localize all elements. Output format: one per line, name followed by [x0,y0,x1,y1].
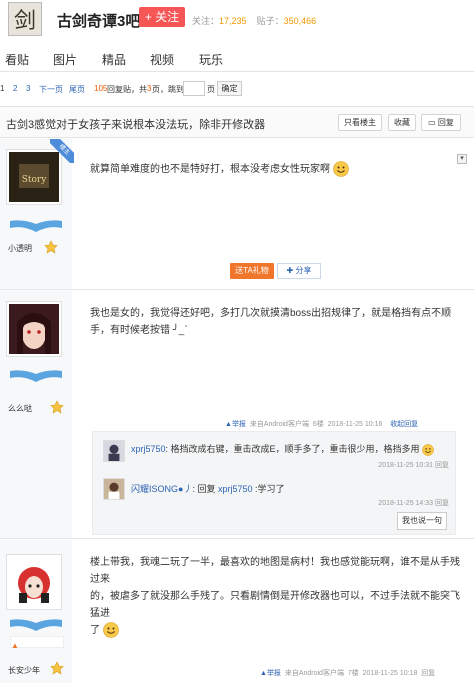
post-text-line-last: 了 [90,622,460,639]
reply-link[interactable]: 回复 [435,500,449,507]
avatar[interactable] [6,301,62,357]
reply-count-suffix: 回复贴，共 [107,85,147,94]
post-content: 就算简单难度的也不是特好打，根本没考虑女性玩家啊 [90,161,349,178]
level-ribbon-icon [10,619,62,631]
page-3[interactable]: 3 [26,84,30,93]
post-floor-7: ▲ 长安少年 楼上带我，我魂二玩了一半，最喜欢的地图是病村！我也感觉能玩啊，谁不… [0,540,474,683]
star-badge-icon [50,400,64,414]
post-meta: ▲举报 来自Android客户端 7楼 2018-11-25 10:18 回复 [260,668,435,678]
op-corner-badge: 楼主 [50,139,74,163]
op-badge-label: 楼主 [50,139,74,163]
report-link[interactable]: ▲举报 [225,421,246,428]
username[interactable]: 么么哒 [8,403,32,414]
post-source: 来自Android客户端 [249,421,309,428]
member-badge: ▲ [10,636,64,650]
smiley-icon [102,622,119,639]
forum-header: 剑 古剑奇谭3吧 + 关注 关注：17,235 贴子：350,466 [0,0,474,40]
share-label: 分享 [295,266,312,275]
post-text-line: 楼上带我，我魂二玩了一半，最喜欢的地图是病村！我也感觉能玩啊，谁不是从手残过来 [90,557,460,585]
reply-avatar[interactable] [103,478,125,500]
nav-tab-fun[interactable]: 玩乐 [199,51,223,68]
level-ribbon-icon [10,370,62,382]
say-more-button[interactable]: 我也说一句 [397,512,447,530]
post-content: 我也是女的，我觉得还好吧，多打几次就摸清boss出招规律了，就是格挡有点不顺手，… [90,308,452,336]
reply-avatar[interactable] [103,440,125,462]
plus-icon: ✚ [286,266,294,275]
follow-button[interactable]: + 关注 [139,7,185,27]
scroll-down-icon[interactable]: ▾ [457,154,467,164]
forum-stats: 关注：17,235 贴子：350,466 [192,14,316,27]
smiley-icon [332,161,349,178]
username[interactable]: 长安少年 [8,665,40,676]
forum-name[interactable]: 古剑奇谭3吧 [57,10,140,31]
thread-title-bar: 古剑3感觉对于女孩子来说根本没法玩，除非开修改器 只看楼主 收藏 ▭ 回复 [0,106,474,138]
pages-suffix: 页，跳到 [152,85,184,94]
flame-icon: ▲ [11,641,19,650]
only-op-button[interactable]: 只看楼主 [338,114,382,131]
reply-item: 闪耀ISONG●丿: 回复 xprj5750 :学习了 2018-11-25 1… [93,474,457,514]
nav-tab-videos[interactable]: 视频 [150,51,174,68]
star-badge-icon [44,240,58,254]
nav-tab-posts[interactable]: 看贴 [5,51,29,68]
favorite-button[interactable]: 收藏 [388,114,416,131]
avatar[interactable] [6,554,62,610]
reply-thread-label: 回复 [437,118,454,127]
post-time: 2018-11-25 10:16 [327,421,383,428]
reply-meta: 2018-11-25 10:31 回复 [378,462,449,469]
username[interactable]: 小透明 [8,243,32,254]
author-sidebar: 么么哒 [0,291,72,538]
post-meta: ▲举报 来自Android客户端 6楼 2018-11-25 10:16 收起回… [225,419,418,429]
nav-tab-images[interactable]: 图片 [53,51,77,68]
share-button[interactable]: ✚ 分享 [277,263,321,279]
reply-author[interactable]: 闪耀ISONG●丿 [131,484,192,494]
post-text-line: 的，被虐多了就没那么手残了。只看剧情倒是开修改器也可以，不过手法就不能突飞猛进 [90,591,460,619]
nav-tab-featured[interactable]: 精品 [102,51,126,68]
post-text: 就算简单难度的也不是特好打，根本没考虑女性玩家啊 [90,164,330,175]
reply-author[interactable]: xprj5750 [131,444,166,454]
reply-meta: 2018-11-25 14:33 回复 [378,500,449,507]
reply-text: xprj5750: 格挡改成右键，重击改成E，顺手多了，重击很少用，格挡多用 [131,442,434,456]
reply-link[interactable]: 回复 [421,670,435,677]
forum-logo[interactable]: 剑 [8,2,42,36]
follow-stat-label: 关注： [192,16,220,26]
page-2[interactable]: 2 [13,84,17,93]
send-gift-button[interactable]: 送TA礼物 [230,263,274,279]
star-badge-icon [50,661,64,675]
reply-count: 105 [94,84,108,93]
pager: 1 2 3 下一页 尾页 105 回复贴，共 3 页，跳到 页 确定 [0,78,474,100]
post-floor-6: 么么哒 我也是女的，我觉得还好吧，多打几次就摸清boss出招规律了，就是格挡有点… [0,291,474,539]
total-pages: 3 [147,84,152,93]
reply-item: xprj5750: 格挡改成右键，重击改成E，顺手多了，重击很少用，格挡多用 2… [93,432,457,474]
level-ribbon-icon [10,220,62,232]
reply-list: xprj5750: 格挡改成右键，重击改成E，顺手多了，重击很少用，格挡多用 2… [92,431,456,535]
reply-link[interactable]: 回复 [435,462,449,469]
post-floor: 7楼 [347,670,359,677]
post-content: 楼上带我，我魂二玩了一半，最喜欢的地图是病村！我也感觉能玩啊，谁不是从手残过来 … [90,554,460,639]
page-1: 1 [0,84,5,93]
avatar-image-icon [9,304,59,354]
reply-target[interactable]: xprj5750 [218,484,253,494]
reply-text: 闪耀ISONG●丿: 回复 xprj5750 :学习了 [131,484,285,494]
forum-nav: 看贴 图片 精品 视频 玩乐 [0,44,474,72]
report-link[interactable]: ▲举报 [260,670,281,677]
comment-icon: ▭ [428,118,436,127]
follow-count: 17,235 [219,16,247,26]
svg-text:Story: Story [22,175,48,185]
jump-page-input[interactable] [183,81,205,96]
post-time: 2018-11-25 10:18 [362,670,418,677]
smiley-icon [422,443,434,456]
last-page-link[interactable]: 尾页 [69,84,85,95]
post-floor: 6楼 [312,421,324,428]
collapse-replies-link[interactable]: 收起回复 [390,421,418,428]
post-source: 来自Android客户端 [284,670,344,677]
posts-stat-label: 贴子： [256,16,284,26]
reply-thread-button[interactable]: ▭ 回复 [421,114,461,131]
page-unit: 页 [207,85,215,94]
avatar-image-icon [9,557,59,607]
posts-count: 350,466 [283,16,317,26]
thread-title: 古剑3感觉对于女孩子来说根本没法玩，除非开修改器 [6,119,266,131]
author-sidebar: ▲ 长安少年 [0,540,72,683]
next-page-link[interactable]: 下一页 [39,84,63,95]
confirm-jump-button[interactable]: 确定 [217,81,242,96]
